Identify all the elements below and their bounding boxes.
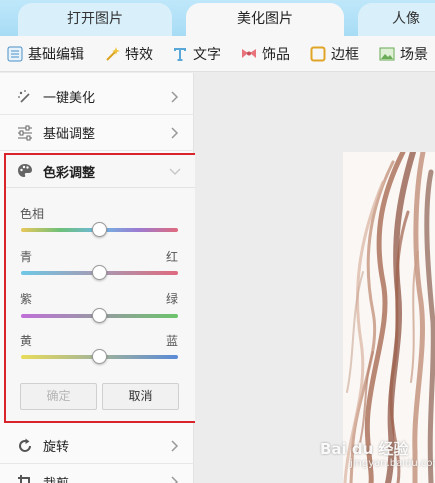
yellow-label: 黄	[20, 334, 33, 348]
tool-label: 边框	[331, 47, 359, 63]
panel-item-label: 一键美化	[43, 91, 96, 106]
panel-item-crop[interactable]: 裁剪	[0, 464, 194, 483]
red-label: 红	[166, 250, 179, 264]
green-label: 绿	[166, 292, 179, 306]
chevron-right-icon	[171, 127, 179, 139]
panel-item-label: 基础调整	[43, 127, 96, 142]
tool-scene[interactable]: 场景	[379, 36, 428, 72]
tool-label: 场景	[400, 47, 428, 63]
cancel-button[interactable]: 取消	[102, 383, 179, 410]
toolbar: 基础编辑 特效 文字 饰品 边框 场景	[0, 36, 435, 72]
top-tab-bar: 打开图片 美化图片 人像	[0, 0, 435, 36]
tool-text[interactable]: 文字	[172, 36, 221, 72]
tool-accessories[interactable]: 饰品	[241, 36, 290, 72]
image-canvas[interactable]	[195, 73, 435, 483]
sliders-icon	[18, 125, 32, 140]
panel-item-rotate[interactable]: 旋转	[0, 428, 194, 464]
chevron-down-icon	[169, 168, 181, 176]
cyan-red-slider-knob[interactable]	[92, 265, 107, 280]
cyan-label: 青	[20, 250, 33, 264]
tab-beautify-image[interactable]: 美化图片	[186, 3, 344, 36]
chevron-right-icon	[171, 440, 179, 452]
confirm-button[interactable]: 确定	[20, 383, 97, 410]
hair-photo	[343, 152, 435, 483]
hue-slider-knob[interactable]	[92, 222, 107, 237]
yellow-blue-slider-knob[interactable]	[92, 349, 107, 364]
tool-label: 文字	[193, 47, 221, 63]
tool-label: 基础编辑	[28, 47, 84, 63]
color-adjust-section: 色彩调整 色相 青 红 紫 绿 黄 蓝 确定 取消	[4, 153, 202, 423]
palette-icon	[18, 164, 32, 177]
purple-green-slider-knob[interactable]	[92, 308, 107, 323]
tool-label: 饰品	[262, 47, 290, 63]
crop-icon	[18, 475, 30, 483]
tool-label: 特效	[125, 47, 153, 63]
tool-frame[interactable]: 边框	[310, 36, 359, 72]
photo-preview	[343, 152, 435, 483]
app-window: 打开图片 美化图片 人像 基础编辑 特效 文字 饰品 边框 场景 一键美化 基础…	[0, 0, 435, 483]
rotate-icon	[19, 438, 31, 452]
bow-icon	[242, 49, 256, 58]
watermark-url: jingyan.baidu.com	[350, 458, 435, 469]
purple-label: 紫	[20, 292, 33, 306]
blue-label: 蓝	[166, 334, 179, 348]
frame-icon	[310, 46, 326, 62]
tool-basic-edit[interactable]: 基础编辑	[7, 36, 84, 72]
tool-effects[interactable]: 特效	[104, 36, 153, 72]
chevron-right-icon	[171, 476, 179, 483]
text-t-icon	[174, 48, 186, 61]
tab-portrait[interactable]: 人像	[358, 3, 435, 36]
watermark-text: Bai du 经验	[320, 440, 409, 458]
panel-item-label: 裁剪	[43, 473, 69, 483]
chevron-right-icon	[171, 91, 179, 103]
panel-item-one-click-beautify[interactable]: 一键美化	[0, 79, 194, 115]
panel-item-label: 旋转	[43, 440, 70, 455]
color-adjust-title: 色彩调整	[43, 165, 96, 181]
panel-item-basic-adjust[interactable]: 基础调整	[0, 115, 194, 151]
basic-edit-icon	[7, 46, 23, 62]
magic-stars-icon	[18, 89, 30, 103]
scene-icon	[379, 47, 395, 61]
hue-label: 色相	[20, 207, 45, 221]
color-adjust-header[interactable]: 色彩调整	[6, 155, 200, 188]
tab-open-image[interactable]: 打开图片	[18, 3, 172, 36]
magic-wand-icon	[106, 47, 120, 61]
